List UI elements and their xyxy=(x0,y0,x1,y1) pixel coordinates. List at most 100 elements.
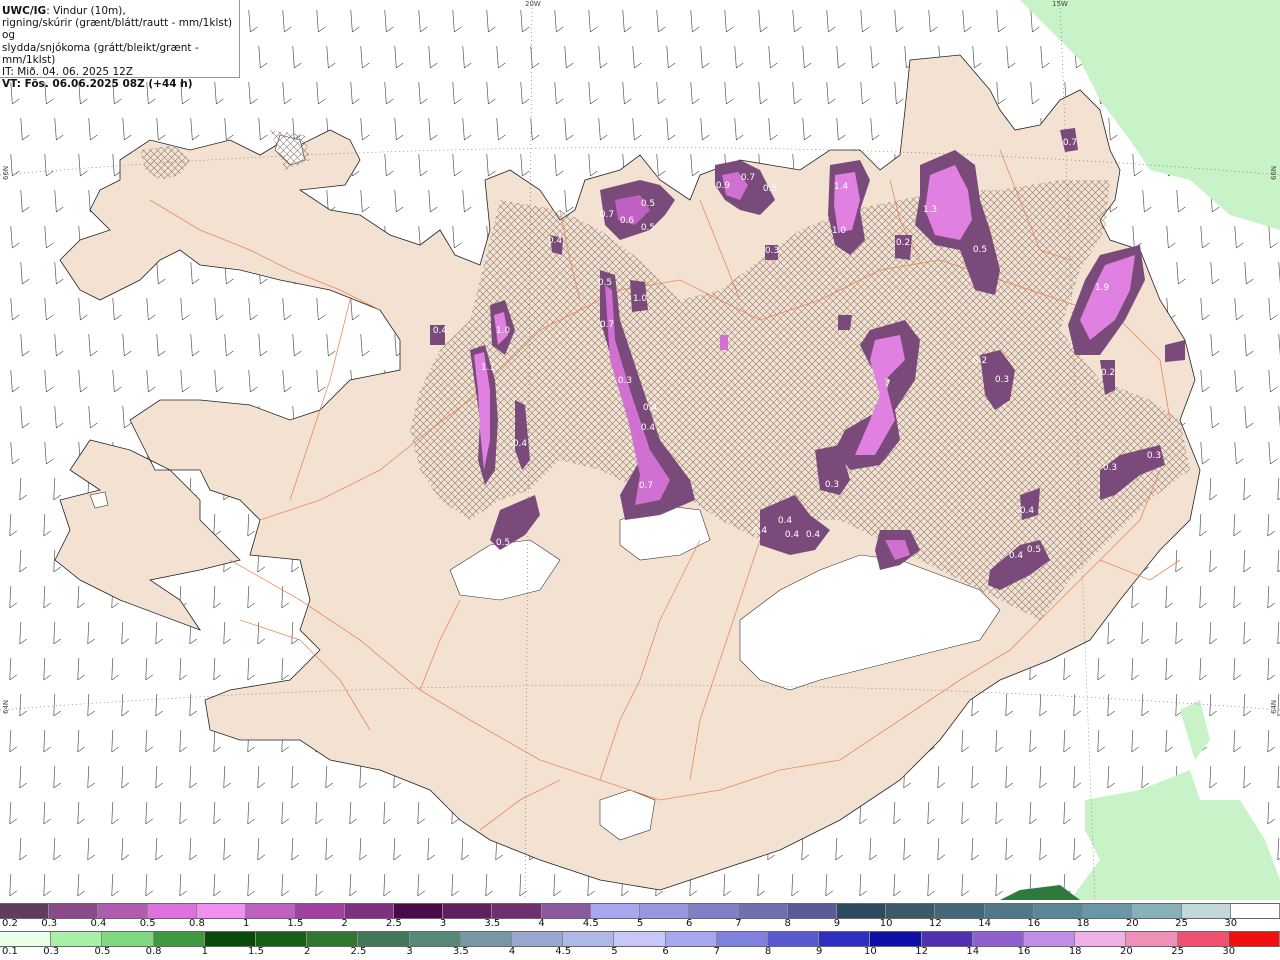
precip-value-label: 1.4 xyxy=(834,182,849,192)
precip-value-label: 0.5 xyxy=(641,199,655,209)
legend-swatch xyxy=(665,932,717,946)
legend-label: 12 xyxy=(929,918,942,929)
legend-label: 10 xyxy=(864,946,877,957)
legend-swatch xyxy=(787,904,837,918)
legend-label: 18 xyxy=(1068,946,1082,957)
legend-swatch xyxy=(738,904,788,918)
legend-label: 7 xyxy=(713,946,720,957)
precip-value-label: 0.2 xyxy=(973,356,987,366)
legend-label: 8 xyxy=(764,946,772,957)
precip-value-label: 0.4 xyxy=(641,423,656,433)
legend-label: 2.5 xyxy=(385,918,402,929)
legend-swatch xyxy=(1228,932,1280,946)
legend-swatch xyxy=(1181,904,1231,918)
legend-swatch xyxy=(541,904,591,918)
legend-label: 1.5 xyxy=(248,946,264,957)
legend-label: 14 xyxy=(978,918,991,929)
precip-value-label: 0.4 xyxy=(548,236,563,246)
legend-label: 20 xyxy=(1120,946,1133,957)
legend-swatch xyxy=(1033,904,1084,918)
legend-swatch xyxy=(358,932,410,946)
legend-swatch xyxy=(344,904,394,918)
precip-value-label: 0.5 xyxy=(641,223,655,233)
precip-value-label: 0.3 xyxy=(995,375,1009,385)
rain-legend-labels: 0.1 0.3 0.5 0.8 1 1.5 2 2.5 3 3.5 4 4.5 5 6 7 8 9 10 12 14 1… xyxy=(0,946,1280,958)
legend-label: 1 xyxy=(242,918,250,929)
legend-label: 5 xyxy=(636,918,644,929)
legend-swatch xyxy=(563,932,615,946)
precip-value-label: 0.9 xyxy=(716,181,731,191)
legend-swatch xyxy=(590,904,641,918)
legend-label: 0.8 xyxy=(145,946,162,957)
legend-label: 2.5 xyxy=(350,946,367,957)
legend-label: 0.5 xyxy=(94,946,111,957)
legend-swatch xyxy=(1083,904,1133,918)
legend-label: 6 xyxy=(662,946,669,957)
weather-map: 0.7 0.5 0.6 0.5 0.9 0.7 0.5 1.4 1.0 1.3 0.5 0.2 0.3 1… xyxy=(0,0,1280,900)
precip-value-label: 1.1 xyxy=(481,363,495,373)
legend-swatch xyxy=(1230,904,1280,918)
legend-label: 0.3 xyxy=(41,918,58,929)
precip-value-label: 0.2 xyxy=(1101,368,1115,378)
precip-value-label: 0.5 xyxy=(763,184,777,194)
legend-label: 4.5 xyxy=(582,918,599,929)
legend-swatch xyxy=(1024,932,1076,946)
precip-value-label: 0.7 xyxy=(600,320,614,330)
precip-value-label: 0.4 xyxy=(785,530,800,540)
precip-value-label: 1.3 xyxy=(923,205,937,215)
legend-swatch xyxy=(0,932,52,946)
header-line3: slydda/snjókoma (grátt/bleikt/grænt - mm… xyxy=(2,41,199,66)
legend-label: 16 xyxy=(1017,946,1031,957)
legend-swatch xyxy=(640,904,690,918)
legend-label: 2 xyxy=(341,918,348,929)
legend-swatch xyxy=(393,904,444,918)
legend-label: 0.8 xyxy=(188,918,205,929)
precip-value-label: 0.3 xyxy=(765,246,779,256)
legend-label: 0.1 xyxy=(2,946,18,957)
precip-value-label: 0.7 xyxy=(600,210,614,220)
legend-label: 0.5 xyxy=(139,918,156,929)
map-info-box: UWC/IG: Vindur (10m), rigning/skúrir (gr… xyxy=(0,0,240,90)
legend-swatch xyxy=(614,932,666,946)
precip-value-label: 0.5 xyxy=(1027,545,1041,555)
legend-label: 0.4 xyxy=(90,918,107,929)
legend-swatch xyxy=(1075,932,1127,946)
legend-label: 10 xyxy=(879,918,893,929)
lat-label-66n-right: 66N xyxy=(1270,165,1278,180)
valid-time: VT: Fös. 06.06.2025 08Z (+44 h) xyxy=(2,78,193,91)
precip-value-label: 0.4 xyxy=(753,526,768,536)
precip-value-label: 1.0 xyxy=(633,294,648,304)
legend-label: 6 xyxy=(686,918,693,929)
precip-value-label: 0.4 xyxy=(1009,551,1024,561)
legend-label: 7 xyxy=(735,918,742,929)
legend-swatch xyxy=(819,932,871,946)
init-time: IT: Mið. 04. 06. 2025 12Z xyxy=(2,66,133,79)
legend-swatch xyxy=(716,932,769,946)
legend-swatch xyxy=(0,904,50,918)
precip-value-label: 1.0 xyxy=(832,226,847,236)
precip-value-label: 0.5 xyxy=(598,278,612,288)
legend-label: 2 xyxy=(304,946,311,957)
legend-swatch xyxy=(689,904,739,918)
precip-value-label: 0.4 xyxy=(1020,506,1035,516)
precip-value-label: 0.7 xyxy=(639,481,653,491)
legend-label: 3.5 xyxy=(452,946,469,957)
legend-label: 9 xyxy=(816,946,823,957)
precip-value-label: 0.5 xyxy=(496,538,510,548)
legend-label: 3.5 xyxy=(484,918,501,929)
legend-swatch xyxy=(492,904,542,918)
legend-swatch xyxy=(49,904,99,918)
legend-swatch xyxy=(935,904,985,918)
legend-label: 30 xyxy=(1224,918,1238,929)
precip-value-label: 0.4 xyxy=(806,530,821,540)
legend-swatch xyxy=(1126,932,1178,946)
legend-swatch xyxy=(460,932,513,946)
precip-value-label: 0.6 xyxy=(620,216,635,226)
legend-label: 5 xyxy=(611,946,618,957)
legend-label: 16 xyxy=(1027,918,1041,929)
legend-label: 18 xyxy=(1076,918,1090,929)
precip-value-label: 0.7 xyxy=(1063,138,1077,148)
legend-label: 14 xyxy=(966,946,980,957)
legend-swatch xyxy=(196,904,247,918)
legend-label: 9 xyxy=(833,918,841,929)
